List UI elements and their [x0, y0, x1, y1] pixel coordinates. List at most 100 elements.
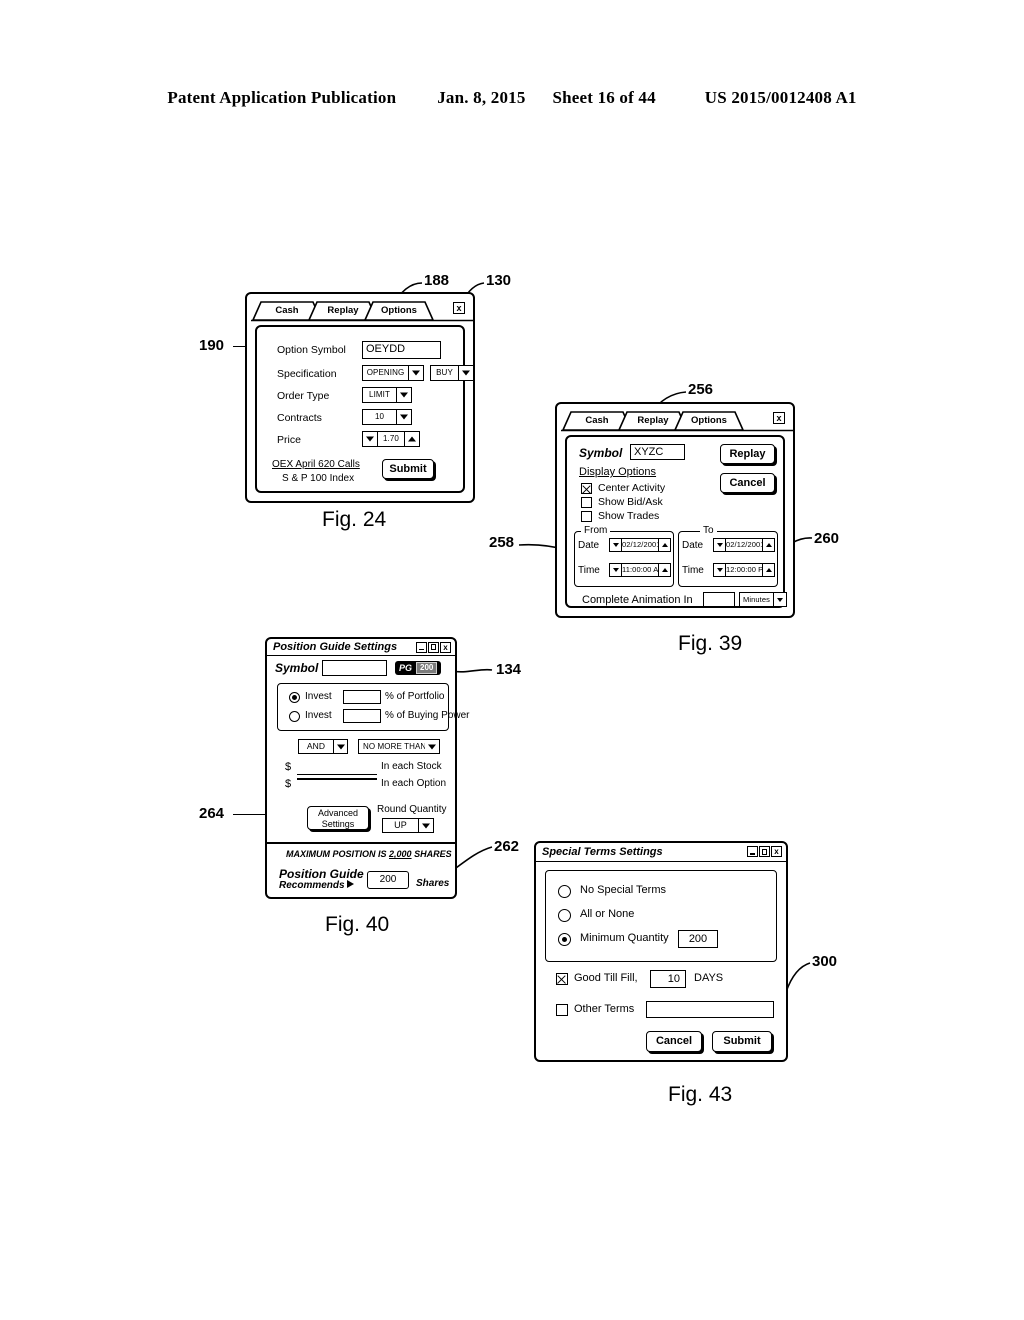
fig40-input-buying-power-pct[interactable] — [343, 709, 381, 723]
chevron-up-icon[interactable] — [658, 564, 670, 576]
header-publication-title: Patent Application Publication — [167, 88, 397, 107]
chevron-down-icon[interactable] — [773, 593, 786, 606]
header-patent-number: US 2015/0012408 A1 — [704, 88, 857, 107]
fig40-window[interactable]: Position Guide Settings x Symbol PG 200 … — [265, 637, 470, 899]
fig39-animation-unit-select[interactable]: Minutes — [739, 592, 787, 607]
fig24-select-specification[interactable]: OPENING — [362, 365, 424, 381]
fig39-from-time-value: 11:00:00 AM — [622, 565, 658, 574]
fig39-tab-options[interactable]: Options — [687, 411, 731, 431]
chevron-down-icon[interactable] — [333, 740, 347, 753]
chevron-down-icon[interactable] — [418, 819, 433, 832]
chevron-down-icon[interactable] — [408, 366, 423, 380]
maximize-icon[interactable] — [759, 846, 770, 857]
fig39-cancel-button[interactable]: Cancel — [720, 473, 775, 493]
fig43-radio-minimum-quantity[interactable] — [558, 933, 571, 946]
chevron-down-icon[interactable] — [363, 432, 378, 446]
chevron-up-icon[interactable] — [762, 564, 774, 576]
fig24-tab-options[interactable]: Options — [377, 301, 421, 321]
fig39-from-date-stepper[interactable]: 02/12/2001 — [609, 538, 671, 552]
fig24-select-side[interactable]: BUY — [430, 365, 474, 381]
chevron-down-icon[interactable] — [396, 388, 411, 402]
fig39-window[interactable]: Cash Replay Options x Symbol XYZC Displa… — [555, 402, 795, 618]
fig39-checkbox-center-activity[interactable] — [581, 483, 592, 494]
fig40-advanced-settings-button[interactable]: Advanced Settings — [307, 806, 369, 830]
chevron-up-icon[interactable] — [658, 539, 670, 551]
fig24-select-order-type[interactable]: LIMIT — [362, 387, 412, 403]
minimize-icon[interactable] — [747, 846, 758, 857]
fig40-select-round-quantity-value: UP — [394, 820, 407, 830]
fig43-submit-button[interactable]: Submit — [712, 1031, 772, 1052]
fig24-close-icon[interactable]: x — [453, 302, 465, 314]
fig43-radio-all-or-none[interactable] — [558, 909, 571, 922]
fig24-stepper-price[interactable]: 1.70 — [362, 431, 420, 447]
fig39-from-time-stepper[interactable]: 11:00:00 AM — [609, 563, 671, 577]
fig24-input-option-symbol[interactable]: OEYDD — [362, 341, 441, 359]
fig40-recommend-value[interactable]: 200 — [367, 871, 409, 889]
fig43-cancel-button[interactable]: Cancel — [646, 1031, 702, 1052]
fig40-select-no-more-than[interactable]: NO MORE THAN — [358, 739, 440, 754]
fig40-radio-buying-power[interactable] — [289, 711, 300, 722]
fig39-tab-cash[interactable]: Cash — [575, 411, 619, 431]
chevron-down-icon[interactable] — [610, 564, 622, 576]
fig39-to-date-stepper[interactable]: 02/12/2001 — [713, 538, 775, 552]
chevron-down-icon[interactable] — [458, 366, 473, 380]
fig40-caption: Fig. 40 — [325, 913, 390, 936]
ref-264: 264 — [199, 805, 225, 822]
maximize-icon[interactable] — [428, 641, 439, 653]
fig39-to-time-label: Time — [682, 565, 704, 576]
fig40-radio-portfolio[interactable] — [289, 692, 300, 703]
fig40-select-and[interactable]: AND — [298, 739, 348, 754]
fig43-radio-no-special-terms[interactable] — [558, 885, 571, 898]
chevron-down-icon[interactable] — [714, 539, 726, 551]
fig24-select-contracts[interactable]: 10 — [362, 409, 412, 425]
ref-260: 260 — [814, 530, 840, 547]
fig40-input-stock-line[interactable] — [297, 774, 377, 776]
ref-262: 262 — [494, 838, 520, 855]
ref-130: 130 — [486, 272, 512, 289]
fig40-window-buttons[interactable]: x — [416, 641, 451, 653]
fig39-label-show-bid-ask: Show Bid/Ask — [598, 496, 663, 508]
fig39-tab-replay[interactable]: Replay — [631, 411, 675, 431]
fig40-label-invest-buying-power: Invest — [305, 710, 332, 721]
fig40-max-position-num: 2,000 — [389, 849, 412, 859]
chevron-down-icon[interactable] — [610, 539, 622, 551]
close-icon[interactable]: x — [771, 846, 782, 857]
fig40-select-round-quantity[interactable]: UP — [382, 818, 434, 833]
fig43-input-good-till-fill-days[interactable]: 10 — [650, 970, 686, 988]
fig39-to-time-stepper[interactable]: 12:00:00 PM — [713, 563, 775, 577]
chevron-up-icon[interactable] — [404, 432, 419, 446]
fig40-pg-badge: PG 200 — [395, 661, 442, 675]
fig39-checkbox-show-trades[interactable] — [581, 511, 592, 522]
chevron-down-icon[interactable] — [396, 410, 411, 424]
fig24-select-side-value: BUY — [436, 368, 453, 377]
leader-lines-fig40 — [433, 668, 493, 885]
fig24-tab-cash[interactable]: Cash — [265, 301, 309, 321]
fig24-window[interactable]: Cash Replay Options x Option Symbol OEYD… — [245, 292, 475, 503]
close-icon[interactable]: x — [440, 641, 451, 653]
fig39-checkbox-show-bid-ask[interactable] — [581, 497, 592, 508]
fig39-close-icon[interactable]: x — [773, 412, 785, 424]
fig40-input-option-line[interactable] — [297, 778, 377, 780]
fig43-caption: Fig. 43 — [668, 1083, 733, 1106]
fig40-input-symbol[interactable] — [322, 660, 387, 676]
fig39-animation-input[interactable] — [703, 592, 735, 607]
ref-188: 188 — [424, 272, 450, 289]
fig24-tab-replay[interactable]: Replay — [321, 301, 365, 321]
fig43-input-minimum-quantity[interactable]: 200 — [678, 930, 718, 948]
fig43-window[interactable]: Special Terms Settings x No Special Term… — [534, 841, 788, 1062]
fig43-window-buttons[interactable]: x — [747, 846, 782, 857]
fig43-label-good-till-fill: Good Till Fill, — [574, 972, 638, 984]
minimize-icon[interactable] — [416, 641, 427, 653]
fig43-checkbox-other-terms[interactable] — [556, 1004, 568, 1016]
fig39-input-symbol[interactable]: XYZC — [630, 444, 685, 460]
chevron-down-icon[interactable] — [425, 740, 439, 753]
chevron-down-icon[interactable] — [714, 564, 726, 576]
chevron-up-icon[interactable] — [762, 539, 774, 551]
fig39-animation-unit-value: Minutes — [743, 595, 770, 604]
fig40-input-portfolio-pct[interactable] — [343, 690, 381, 704]
fig43-input-other-terms[interactable] — [646, 1001, 774, 1018]
fig39-replay-button[interactable]: Replay — [720, 444, 775, 464]
fig43-checkbox-good-till-fill[interactable] — [556, 973, 568, 985]
fig24-caption: Fig. 24 — [322, 508, 387, 531]
fig24-submit-button[interactable]: Submit — [382, 459, 434, 479]
